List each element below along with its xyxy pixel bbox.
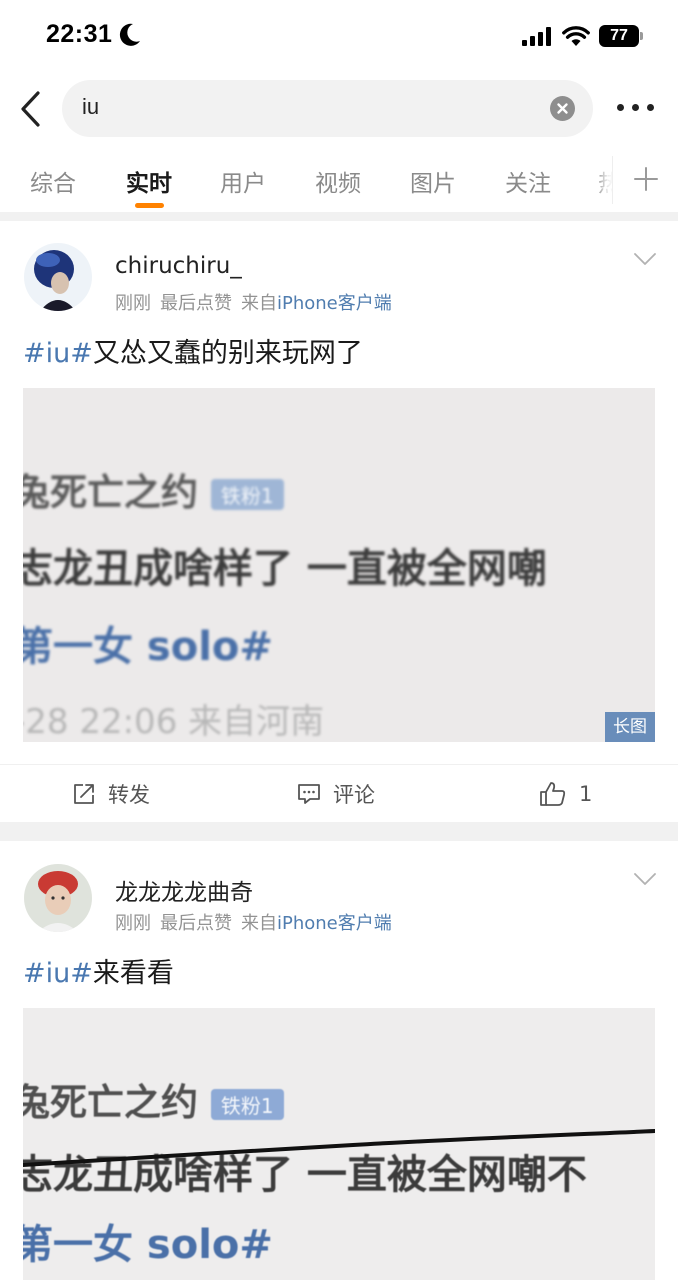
fan-badge: 铁粉1 [210, 1089, 284, 1120]
search-tabs: 综合 实时 用户 视频 图片 关注 热 [0, 150, 678, 212]
fan-badge: 铁粉1 [210, 479, 284, 510]
post-hashtag[interactable]: #iu# [23, 338, 93, 369]
more-options-icon[interactable] [617, 104, 657, 114]
post-liked-label: 最后点赞 [160, 293, 232, 314]
comment-icon [298, 784, 320, 804]
post-source-prefix: 来自 [241, 293, 277, 314]
tab-images[interactable]: 图片 [410, 164, 456, 198]
image-text-line: -28 22:06 来自河南 [23, 702, 325, 742]
wifi-icon [562, 26, 590, 46]
post-text: #iu#又怂又蠢的别来玩网了 [23, 331, 363, 370]
post-source[interactable]: iPhone客户端 [277, 913, 392, 934]
image-text-line: 志龙丑成啥样了 一直被全网嘲 [23, 546, 547, 592]
image-text-line: 第一女 solo# [23, 1222, 273, 1268]
post-image[interactable]: 兔死亡之约 铁粉1 志龙丑成啥样了 一直被全网嘲 第一女 solo# -28 2… [23, 388, 655, 742]
comment-button[interactable]: 评论 [297, 765, 375, 823]
tab-general[interactable]: 综合 [30, 164, 76, 198]
image-text-line: 兔死亡之约 铁粉1 [23, 1072, 284, 1126]
post-hashtag[interactable]: #iu# [23, 958, 93, 989]
post-liked-label: 最后点赞 [160, 913, 232, 934]
post-source-prefix: 来自 [241, 913, 277, 934]
battery-icon: 77 [599, 25, 643, 47]
repost-label: 转发 [108, 783, 150, 807]
like-button[interactable]: 1 [539, 765, 592, 823]
separator [0, 822, 678, 841]
tab-videos[interactable]: 视频 [315, 164, 361, 198]
feed-post[interactable]: 龙龙龙龙曲奇 刚刚 最后点赞 来自iPhone客户端 #iu#来看看 兔死亡之约 铁… [0, 841, 678, 1280]
post-meta: 刚刚 最后点赞 来自iPhone客户端 [115, 289, 392, 315]
search-query[interactable]: iu [82, 94, 99, 120]
plus-icon [634, 167, 658, 191]
post-time: 刚刚 [115, 913, 151, 934]
avatar[interactable] [24, 864, 92, 932]
repost-button[interactable]: 转发 [72, 765, 150, 823]
chevron-down-icon[interactable] [634, 873, 656, 885]
active-tab-indicator [135, 203, 164, 208]
moon-icon [119, 23, 140, 46]
repost-icon [74, 784, 94, 804]
post-username[interactable]: 龙龙龙龙曲奇 [115, 873, 253, 907]
post-source[interactable]: iPhone客户端 [277, 293, 392, 314]
search-input[interactable]: iu [62, 80, 593, 137]
add-tab-button[interactable] [612, 156, 678, 204]
image-text-line: 兔死亡之约 铁粉1 [23, 462, 284, 516]
scribble-mark [23, 1129, 655, 1167]
cellular-signal-icon [522, 27, 551, 46]
avatar[interactable] [24, 243, 92, 311]
image-text-line: 第一女 solo# [23, 624, 273, 670]
battery-level: 77 [599, 25, 639, 47]
comment-label: 评论 [333, 783, 375, 807]
tab-realtime[interactable]: 实时 [126, 164, 172, 198]
tab-following[interactable]: 关注 [505, 164, 551, 198]
post-text: #iu#来看看 [23, 951, 174, 990]
chevron-down-icon[interactable] [634, 253, 656, 265]
status-bar: 22:31 77 [0, 0, 678, 72]
feed-post[interactable]: chiruchiru_ 刚刚 最后点赞 来自iPhone客户端 #iu#又怂又蠢的别… [0, 221, 678, 822]
like-count: 1 [579, 782, 593, 806]
post-image[interactable]: 兔死亡之约 铁粉1 志龙丑成啥样了 一直被全网嘲不 第一女 solo# [23, 1008, 655, 1280]
post-actions: 转发 评论 1 [0, 764, 678, 822]
back-arrow-icon[interactable] [18, 90, 48, 128]
clear-search-icon[interactable] [550, 96, 575, 121]
post-username[interactable]: chiruchiru_ [115, 253, 242, 279]
post-meta: 刚刚 最后点赞 来自iPhone客户端 [115, 909, 392, 935]
separator [0, 212, 678, 221]
tab-users[interactable]: 用户 [220, 164, 266, 198]
post-time: 刚刚 [115, 293, 151, 314]
status-time: 22:31 [46, 20, 113, 48]
post-body: 来看看 [92, 958, 174, 989]
thumbs-up-icon [540, 782, 566, 806]
long-image-badge: 长图 [605, 712, 655, 742]
post-body: 又怂又蠢的别来玩网了 [92, 338, 363, 369]
